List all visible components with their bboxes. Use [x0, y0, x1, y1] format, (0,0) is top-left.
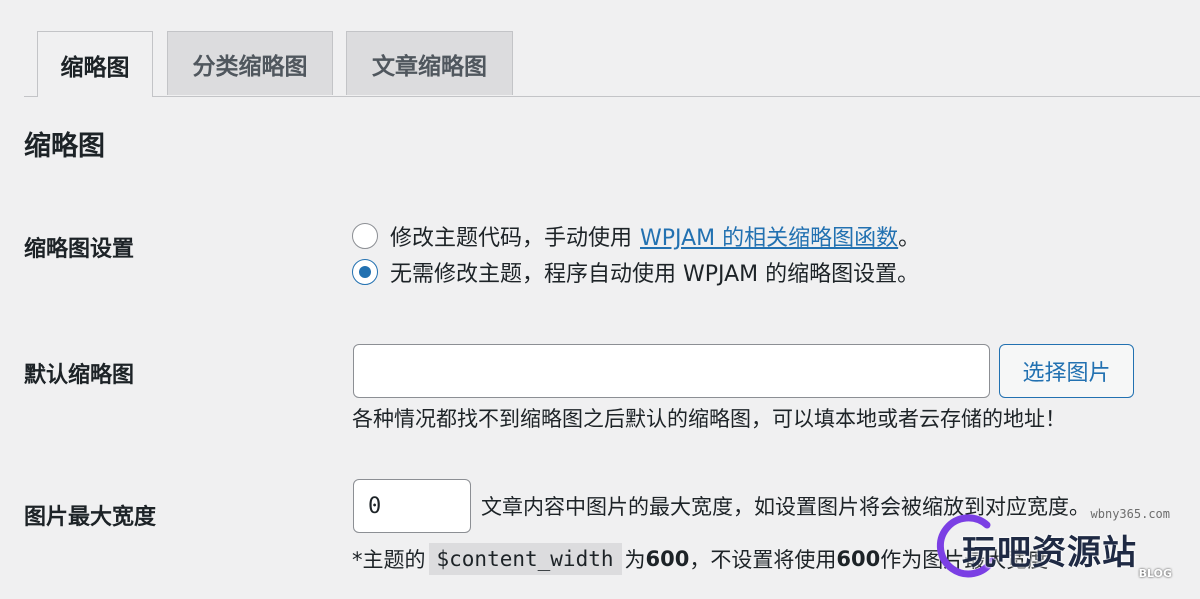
radio-option-auto-text: 无需修改主题，程序自动使用 WPJAM 的缩略图设置。 [390, 262, 920, 287]
content-width-note: *主题的 $content_width 为 600 ，不设置将使用 600 作为… [352, 539, 1048, 579]
note-suffix: 作为图片最大宽度 [880, 548, 1049, 572]
max-width-input[interactable]: 0 [353, 479, 471, 533]
note-text-2: ，不设置将使用 [689, 548, 837, 572]
tab-post-thumbnail[interactable]: 文章缩略图 [346, 31, 513, 95]
max-width-description: 文章内容中图片的最大宽度，如设置图片将会被缩放到对应宽度。 [481, 495, 1090, 519]
watermark-blog: BLOG [1138, 567, 1172, 580]
radio-manual[interactable] [352, 223, 378, 249]
radio-option-manual-suffix: 。 [898, 226, 921, 251]
note-prefix: *主题的 [352, 548, 426, 572]
tab-bar: 缩略图 分类缩略图 文章缩略图 [24, 0, 1200, 97]
default-thumbnail-input[interactable] [353, 344, 990, 398]
note-mid: 为 [624, 548, 646, 572]
note-value-2: 600 [836, 547, 881, 571]
radio-option-manual[interactable]: 修改主题代码，手动使用 WPJAM 的相关缩略图函数 。 [352, 220, 920, 252]
select-image-button[interactable]: 选择图片 [999, 344, 1134, 398]
tab-category-thumbnail[interactable]: 分类缩略图 [167, 31, 333, 95]
max-width-label: 图片最大宽度 [24, 505, 157, 530]
radio-option-auto[interactable]: 无需修改主题，程序自动使用 WPJAM 的缩略图设置。 [352, 256, 919, 288]
radio-auto[interactable] [352, 259, 378, 285]
radio-option-manual-text: 修改主题代码，手动使用 [390, 226, 633, 251]
watermark-url: wbny365.com [1090, 507, 1170, 521]
content-width-code: $content_width [428, 543, 622, 575]
tab-thumbnail[interactable]: 缩略图 [37, 31, 153, 97]
wpjam-functions-link[interactable]: WPJAM 的相关缩略图函数 [640, 220, 898, 252]
default-thumbnail-label: 默认缩略图 [24, 363, 135, 388]
default-thumbnail-description: 各种情况都找不到缩略图之后默认的缩略图，可以填本地或者云存储的地址！ [352, 407, 1066, 431]
section-title: 缩略图 [24, 131, 105, 162]
note-value-1: 600 [645, 547, 690, 571]
thumbnail-setting-label: 缩略图设置 [24, 237, 135, 262]
